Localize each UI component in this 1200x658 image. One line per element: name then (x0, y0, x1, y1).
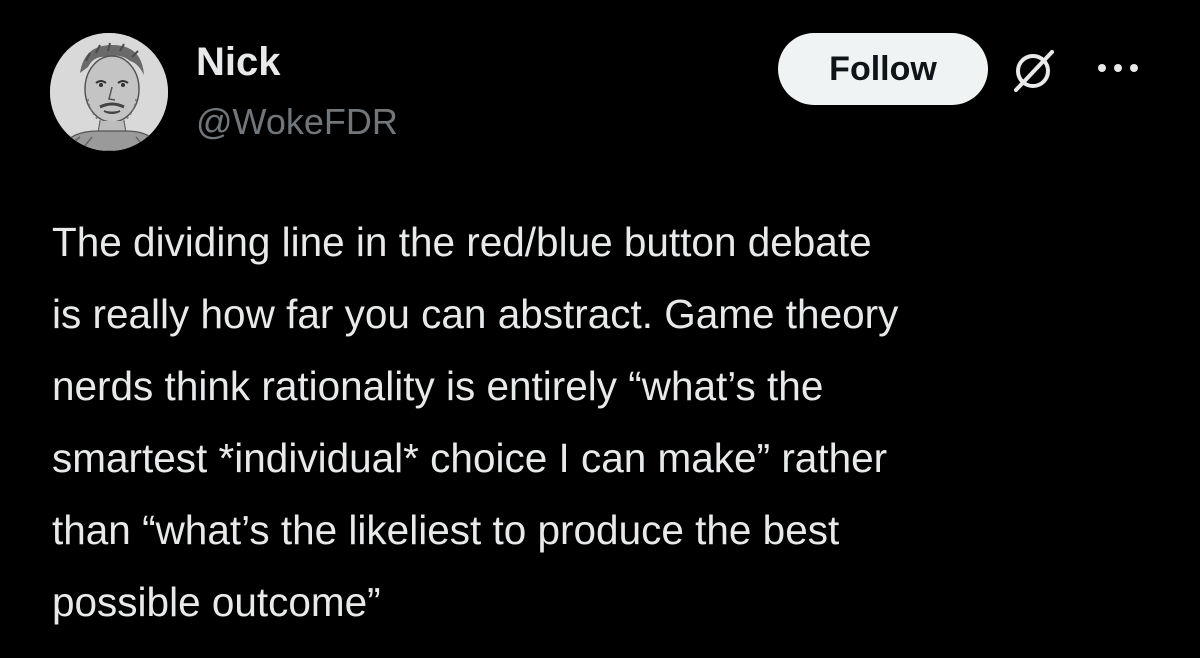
tweet-text-line: The dividing line in the red/blue button… (52, 219, 872, 265)
more-dots-icon[interactable] (1092, 56, 1144, 80)
tweet-text-line: possible outcome” (52, 579, 381, 625)
tweet-text-line: is really how far you can abstract. Game… (52, 291, 899, 337)
avatar[interactable] (50, 33, 168, 151)
tweet-text: The dividing line in the red/blue button… (52, 206, 1162, 638)
grok-slash-icon[interactable] (1006, 44, 1060, 98)
sketched-portrait-icon (50, 33, 168, 151)
author-handle[interactable]: @WokeFDR (196, 98, 398, 146)
author-display-name[interactable]: Nick (196, 36, 281, 88)
tweet-text-line: nerds think rationality is entirely “wha… (52, 363, 824, 409)
tweet-text-line: smartest *individual* choice I can make”… (52, 435, 888, 481)
tweet-card: Nick @WokeFDR Follow The dividing line i… (0, 0, 1200, 658)
follow-button[interactable]: Follow (778, 33, 988, 105)
tweet-text-line: than “what’s the likeliest to produce th… (52, 507, 840, 553)
